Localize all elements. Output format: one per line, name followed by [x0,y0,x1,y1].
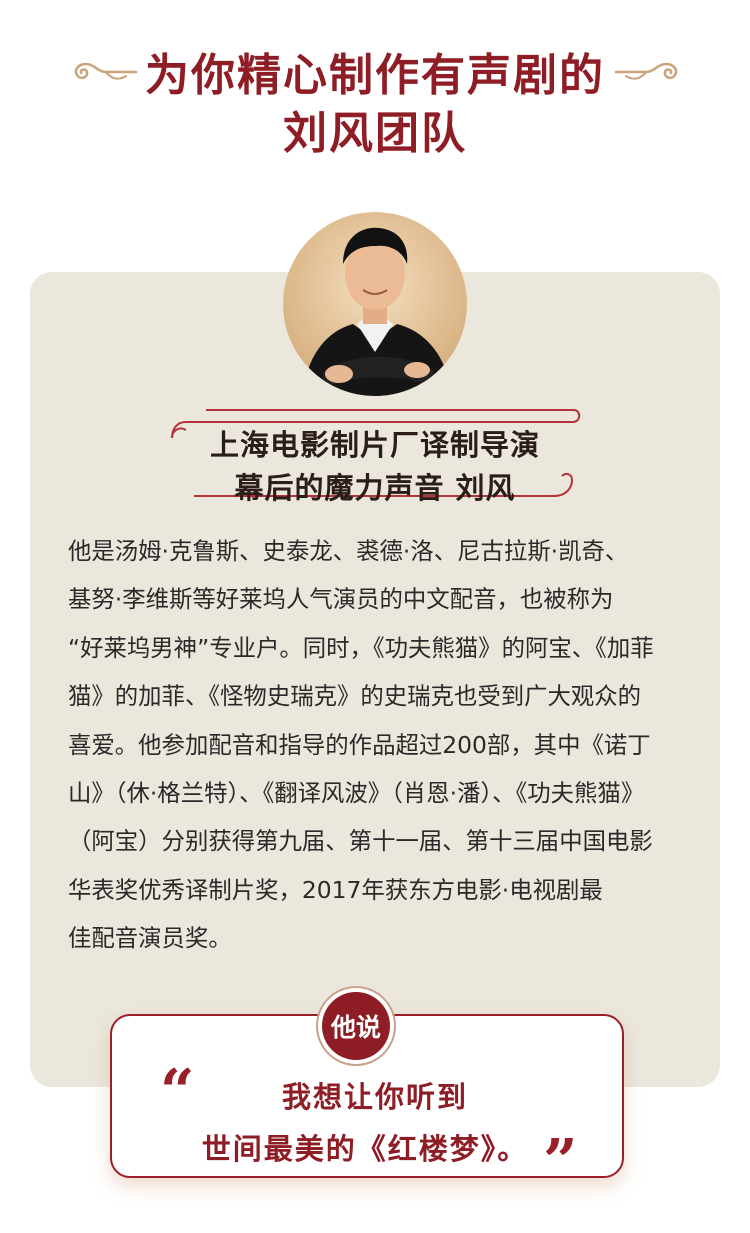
portrait-avatar [283,212,467,396]
profile-name: 幕后的魔力声音 刘风 [234,471,516,505]
bio-line: 他是汤姆·克鲁斯、史泰龙、裘德·洛、尼古拉斯·凯奇、 [68,537,629,565]
quote-line2: 世间最美的《红楼梦》。 [201,1132,529,1166]
portrait-figure-icon [303,227,451,396]
bio-line: 华表奖优秀译制片奖，2017年获东方电影·电视剧最 [68,875,603,904]
bio-line: 佳配音演员奖。 [68,924,232,953]
bio-line: “好莱坞男神”专业户。同时，《功夫熊猫》的阿宝、《加菲 [68,633,654,662]
profile-title: 上海电影制片厂译制导演 [209,428,540,462]
bio-line: 猫》的加菲、《怪物史瑞克》的史瑞克也受到广大观众的 [68,682,642,711]
quote-badge: 他说 [322,992,390,1060]
bio-line: 山》（休·格兰特）、《翻译风波》（肖恩·潘）、《功夫熊猫》 [68,779,645,808]
page-title-line1: 为你精心制作有声剧的 [145,50,605,101]
bio-line: 喜爱。他参加配音和指导的作品超过200部，其中《诺丁 [68,730,651,759]
bio-line: 基努·李维斯等好莱坞人气演员的中文配音，也被称为 [68,585,614,614]
page-title-line2: 刘风团队 [283,108,467,159]
quote-line1: 我想让你听到 [281,1080,468,1114]
bio-paragraph: 他是汤姆·克鲁斯、史泰龙、裘德·洛、尼古拉斯·凯奇、 基努·李维斯等好莱坞人气演… [68,527,686,963]
bio-line: （阿宝）分别获得第九届、第十一届、第十三届中国电影 [68,827,653,856]
